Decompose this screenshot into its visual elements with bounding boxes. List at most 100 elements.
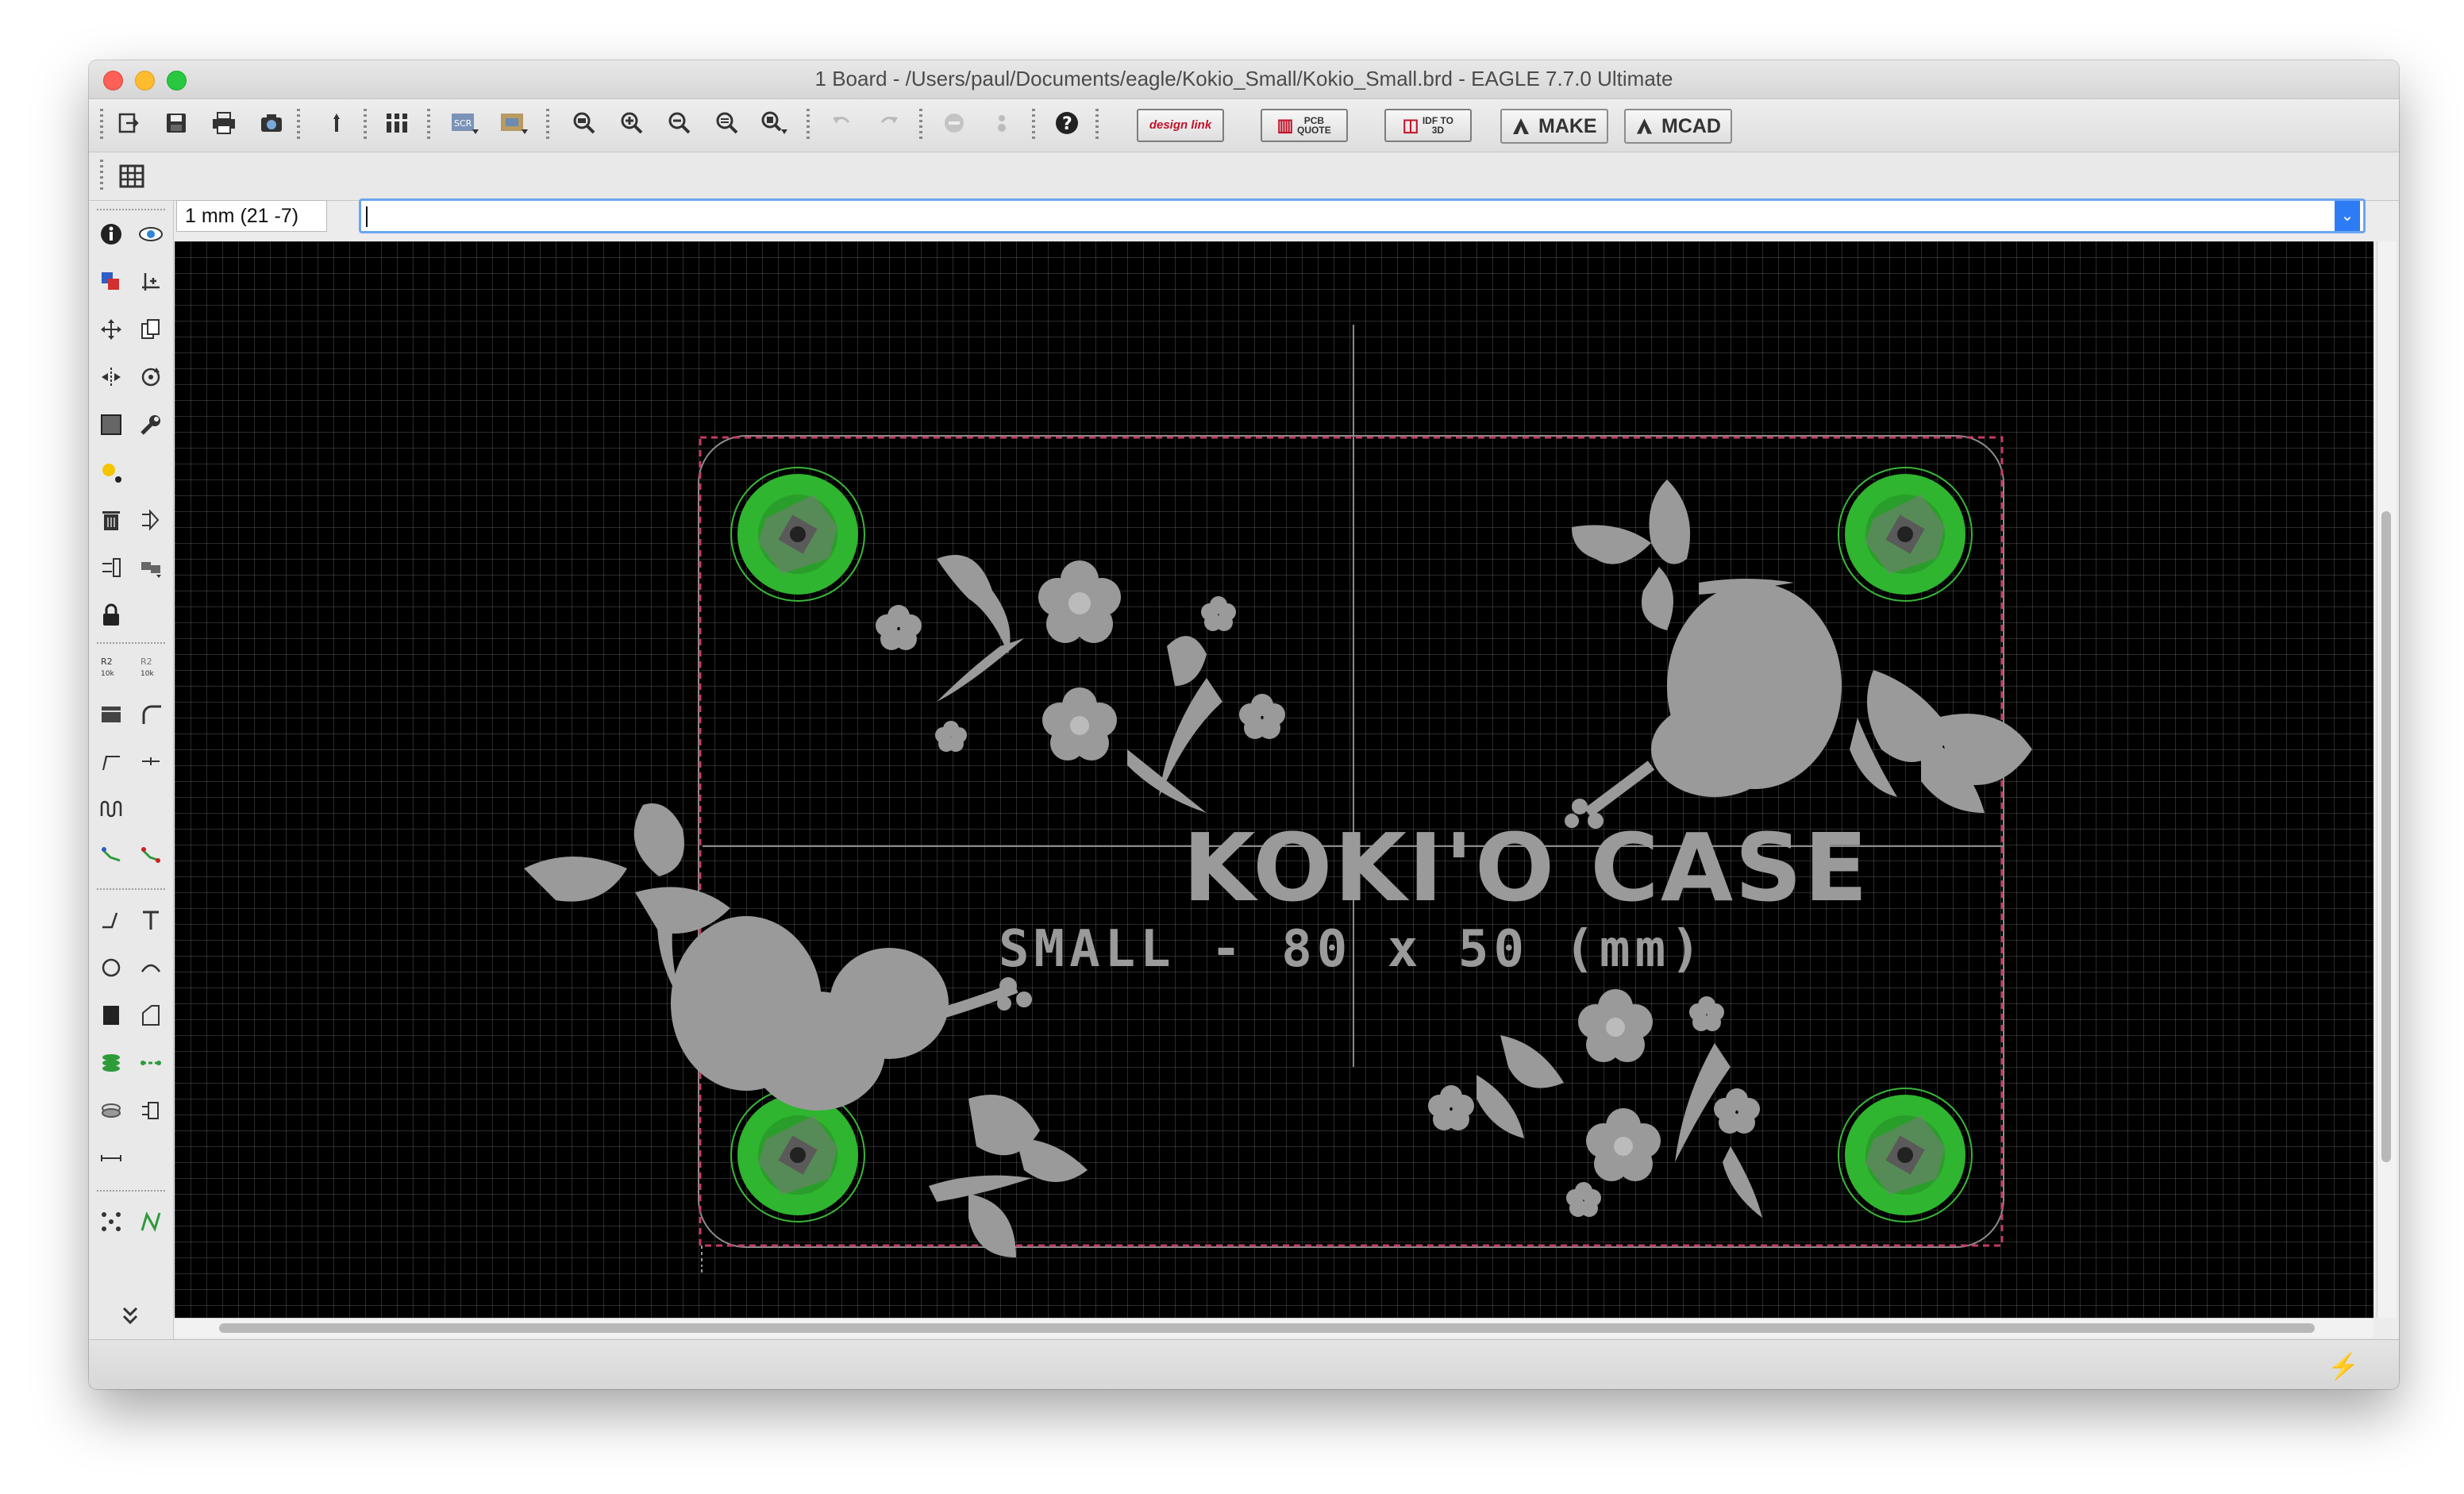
toolbar-separator (546, 109, 549, 142)
autodesk-a-icon (1513, 118, 1529, 134)
board-subtitle-text: SMALL - 80 x 50 (mm) (999, 920, 1706, 979)
attribute-icon[interactable] (135, 1095, 167, 1126)
horizontal-scroll-thumb[interactable] (219, 1323, 2315, 1333)
undo-icon[interactable] (826, 107, 857, 139)
text-icon[interactable] (135, 904, 167, 936)
mounting-hole-bottom-right (1838, 1088, 1973, 1223)
dimension-icon[interactable] (95, 1142, 127, 1174)
grid-icon[interactable] (116, 160, 148, 192)
eagle-window: 1 Board - /Users/paul/Documents/eagle/Ko… (89, 60, 2399, 1389)
move-icon[interactable] (95, 314, 127, 345)
toolbar-grip[interactable] (100, 160, 103, 193)
board-title-text: KOKI'O CASE (1183, 813, 1869, 922)
mounting-hole-top-left (730, 467, 865, 602)
help-icon[interactable]: ? (1051, 107, 1083, 139)
info-icon[interactable] (95, 218, 127, 250)
toolbar-grip[interactable] (100, 109, 103, 142)
change-wrench-icon[interactable] (135, 409, 167, 441)
optimize-icon[interactable] (135, 745, 167, 777)
layers-icon[interactable] (383, 107, 414, 139)
vertical-scroll-thumb[interactable] (2381, 511, 2391, 1162)
mcad-label: MCAD (1661, 114, 1721, 137)
polygon-icon[interactable] (135, 999, 167, 1031)
mcad-button[interactable]: MCAD (1624, 109, 1732, 144)
svg-text:?: ? (1062, 114, 1072, 134)
meander-icon[interactable] (95, 793, 127, 825)
text-caret (366, 206, 368, 227)
mounting-hole-top-right (1838, 467, 1973, 602)
horizontal-scrollbar[interactable] (175, 1318, 2374, 1338)
arc-icon[interactable] (135, 952, 167, 984)
idf-to-3d-label: IDF TO 3D (1422, 115, 1453, 136)
lightning-icon[interactable]: ⚡ (2327, 1351, 2359, 1381)
copy-icon[interactable] (135, 314, 167, 345)
svg-text:10k: 10k (141, 670, 154, 678)
autorouter-icon[interactable] (135, 1206, 167, 1238)
print-icon[interactable] (208, 107, 240, 139)
rect-icon[interactable] (95, 999, 127, 1031)
mounting-hole-bottom-left (730, 1088, 865, 1223)
vertical-scrollbar[interactable] (2377, 241, 2397, 1318)
zoom-out-icon[interactable] (664, 107, 695, 139)
open-icon[interactable] (113, 107, 144, 139)
split-icon[interactable] (95, 745, 127, 777)
rotate-icon[interactable] (135, 361, 167, 393)
via-icon[interactable] (95, 1047, 127, 1079)
command-input[interactable]: ⌄ (359, 198, 2366, 233)
pinswap-icon[interactable] (95, 552, 127, 583)
save-icon[interactable] (160, 107, 192, 139)
redo-icon[interactable] (873, 107, 905, 139)
name-icon[interactable]: R2 10k (95, 650, 127, 682)
svg-text:R2: R2 (101, 657, 113, 667)
command-history-dropdown[interactable]: ⌄ (2335, 201, 2360, 231)
toolbar-separator (364, 109, 367, 142)
zoom-fit-icon[interactable] (568, 107, 600, 139)
mark-icon[interactable] (135, 266, 167, 298)
smash-icon[interactable] (95, 698, 127, 730)
floral-silkscreen-top-center (876, 555, 1285, 813)
title-bar: 1 Board - /Users/paul/Documents/eagle/Ko… (89, 60, 2399, 99)
make-button[interactable]: MAKE (1500, 109, 1608, 144)
board-canvas[interactable]: KOKI'O CASE SMALL - 80 x 50 (mm) (175, 241, 2374, 1318)
mirror-icon[interactable] (95, 361, 127, 393)
zoom-in-icon[interactable] (616, 107, 648, 139)
paste-icon[interactable] (95, 456, 127, 488)
toolbar-separator (919, 109, 922, 142)
toolbar-separator (297, 109, 300, 142)
design-link-button[interactable]: design link (1137, 109, 1224, 142)
script-icon[interactable] (321, 107, 352, 139)
hole-icon[interactable] (95, 1095, 127, 1126)
miter-icon[interactable] (135, 698, 167, 730)
expand-chevron-icon[interactable] (114, 1300, 146, 1331)
pcb-quote-label: PCB QUOTE (1297, 115, 1331, 136)
delete-icon[interactable] (95, 504, 127, 536)
window-title: 1 Board - /Users/paul/Documents/eagle/Ko… (814, 67, 1673, 90)
go-icon[interactable] (986, 107, 1018, 139)
svg-text:R2: R2 (141, 657, 152, 667)
show-eye-icon[interactable] (135, 218, 167, 250)
route-icon[interactable] (95, 841, 127, 872)
group-icon[interactable] (95, 409, 127, 441)
command-toolbar: R2 10k R2 10k (89, 201, 174, 1389)
stop-icon[interactable] (938, 107, 970, 139)
pcb-quote-button[interactable]: ▥ PCB QUOTE (1261, 109, 1348, 142)
grid-toolbar (89, 152, 2399, 201)
signal-icon[interactable] (135, 1047, 167, 1079)
idf-to-3d-button[interactable]: ◫ IDF TO 3D (1384, 109, 1472, 142)
replace-icon[interactable] (135, 552, 167, 583)
display-layers-icon[interactable] (95, 266, 127, 298)
zoom-select-icon[interactable] (759, 107, 791, 139)
wire-icon[interactable] (95, 904, 127, 936)
lock-icon[interactable] (95, 599, 127, 631)
value-icon[interactable]: R2 10k (135, 650, 167, 682)
svg-text:10k: 10k (101, 670, 114, 678)
ulp-icon[interactable] (499, 107, 530, 139)
route-multi-icon[interactable] (135, 841, 167, 872)
circle-icon[interactable] (95, 952, 127, 984)
cam-icon[interactable] (256, 107, 287, 139)
zoom-redraw-icon[interactable] (711, 107, 743, 139)
scr-icon[interactable]: SCR (449, 107, 481, 139)
ratsnest-icon[interactable] (95, 1206, 127, 1238)
autodesk-a-icon (1636, 118, 1653, 134)
add-icon[interactable] (135, 504, 167, 536)
